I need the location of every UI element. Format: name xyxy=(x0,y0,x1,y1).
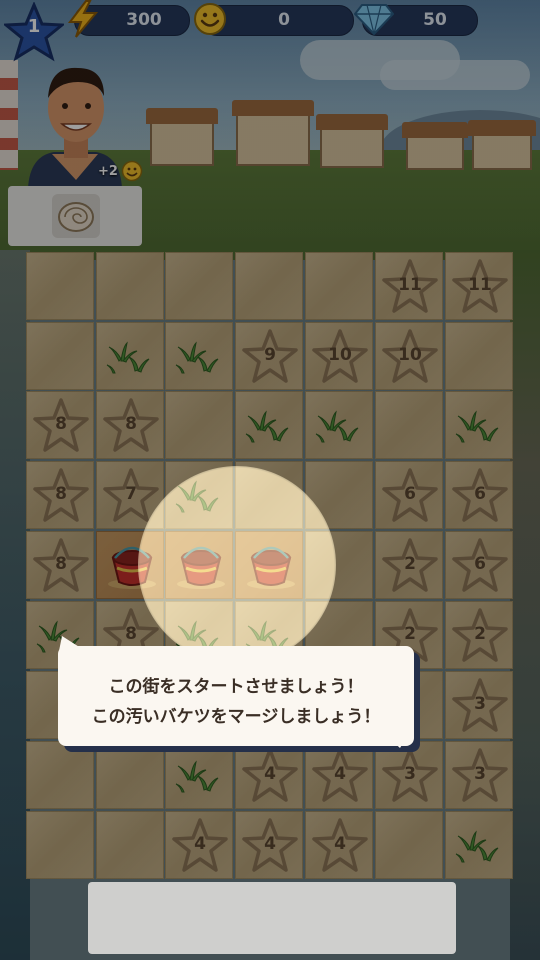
game-screen: 300 0 50 1 +2 xyxy=(0,0,540,960)
tutorial-line-2: この汚いバケツをマージしましょう！ xyxy=(91,707,381,727)
bubble-tail-top xyxy=(58,636,84,656)
tutorial-line-1: この街をスタートさせましょう！ xyxy=(108,677,364,697)
bubble-tail-bottom xyxy=(378,728,412,748)
item-info-panel[interactable] xyxy=(88,882,456,954)
tutorial-spotlight xyxy=(138,466,336,664)
tutorial-bubble[interactable]: この街をスタートさせましょう！ この汚いバケツをマージしましょう！ xyxy=(58,646,414,746)
